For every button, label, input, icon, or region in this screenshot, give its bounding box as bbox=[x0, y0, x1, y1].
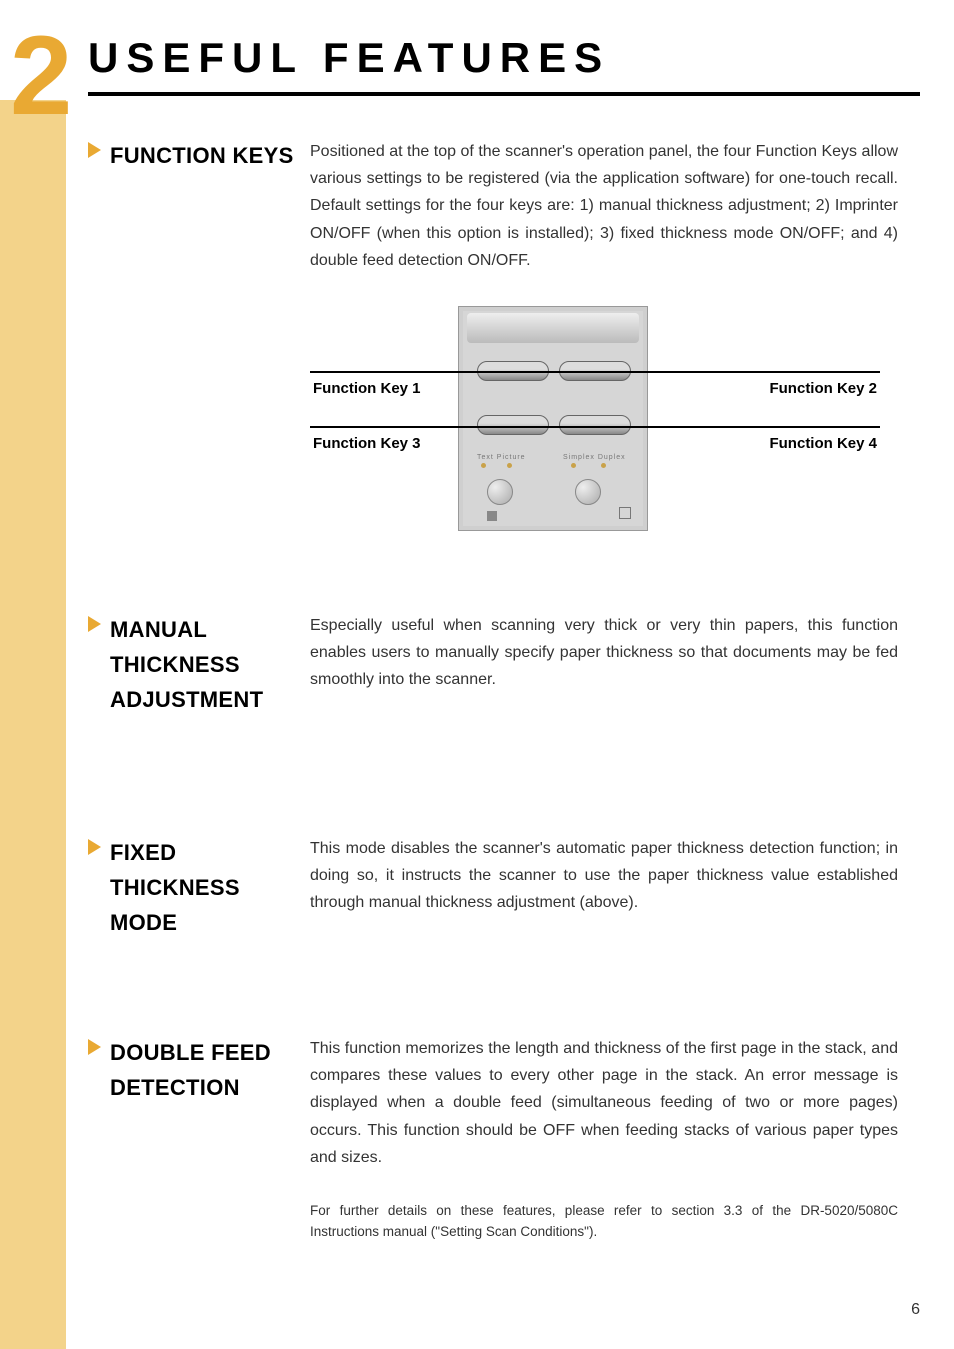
heading-text: DOUBLE FEED DETECTION bbox=[110, 1035, 310, 1105]
function-key-4-button bbox=[559, 415, 631, 435]
heading-text: MANUAL THICKNESS ADJUSTMENT bbox=[110, 612, 310, 718]
triangle-icon bbox=[88, 1039, 101, 1055]
heading-text: FUNCTION KEYS bbox=[110, 138, 310, 173]
function-key-diagram: Text Picture Simplex Duplex Function Key… bbox=[310, 306, 880, 546]
footnote-text: For further details on these features, p… bbox=[310, 1201, 898, 1243]
triangle-icon bbox=[88, 616, 101, 632]
body-text-manual-thickness: Especially useful when scanning very thi… bbox=[310, 612, 898, 694]
scanner-panel-image: Text Picture Simplex Duplex bbox=[458, 306, 648, 531]
section-heading-function-keys: FUNCTION KEYS bbox=[88, 138, 310, 173]
section-heading-double-feed: DOUBLE FEED DETECTION bbox=[88, 1035, 310, 1105]
fk-label-2: Function Key 2 bbox=[766, 376, 880, 402]
heading-text: FIXED THICKNESS MODE bbox=[110, 835, 310, 941]
body-text-function-keys: Positioned at the top of the scanner's o… bbox=[310, 138, 898, 274]
fk-label-3: Function Key 3 bbox=[310, 431, 424, 457]
panel-label-left: Text Picture bbox=[477, 452, 526, 464]
function-key-3-button bbox=[477, 415, 549, 435]
round-button-right bbox=[575, 479, 601, 505]
triangle-icon bbox=[88, 839, 101, 855]
left-color-band bbox=[0, 100, 66, 1349]
round-button-left bbox=[487, 479, 513, 505]
fk-label-1: Function Key 1 bbox=[310, 376, 424, 402]
leader-line-bottom bbox=[310, 426, 880, 428]
section-heading-manual-thickness: MANUAL THICKNESS ADJUSTMENT bbox=[88, 612, 310, 718]
body-text-double-feed: This function memorizes the length and t… bbox=[310, 1035, 898, 1171]
section-heading-fixed-thickness: FIXED THICKNESS MODE bbox=[88, 835, 310, 941]
triangle-icon bbox=[88, 142, 101, 158]
leader-line-top bbox=[310, 371, 880, 373]
chapter-number: 2 bbox=[10, 20, 72, 132]
fk-label-4: Function Key 4 bbox=[766, 431, 880, 457]
page-number: 6 bbox=[911, 1301, 920, 1319]
body-text-fixed-thickness: This mode disables the scanner's automat… bbox=[310, 835, 898, 917]
chapter-title: USEFUL FEATURES bbox=[88, 34, 920, 96]
